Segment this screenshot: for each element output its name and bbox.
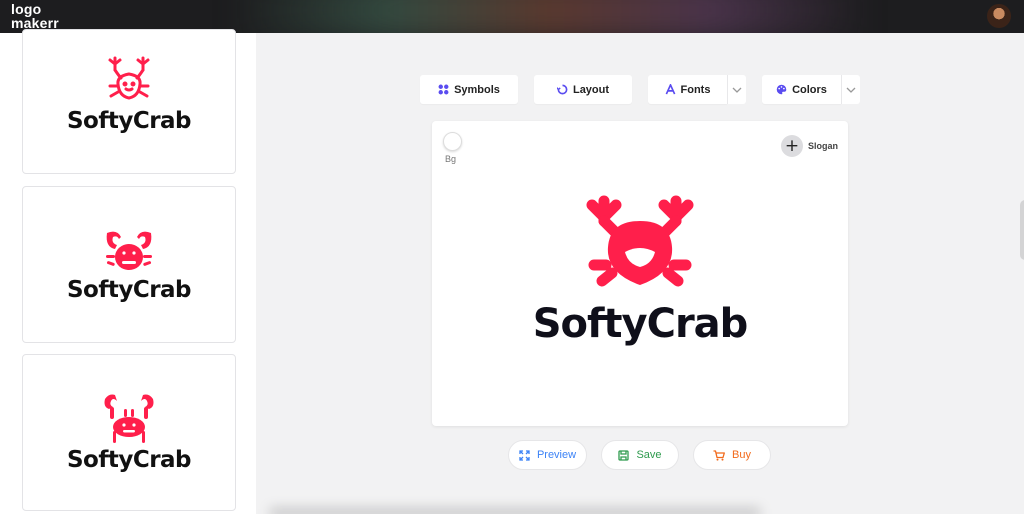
colors-button[interactable]: Colors (762, 75, 841, 104)
background-color-swatch[interactable] (443, 132, 462, 151)
brand-line-1: logo (11, 1, 42, 17)
slogan-label: Slogan (808, 141, 839, 151)
add-slogan-button[interactable]: + (781, 135, 803, 157)
layout-label: Layout (572, 83, 610, 96)
save-icon (618, 449, 630, 461)
fonts-label: Fonts (680, 83, 711, 96)
round-crab-icon (106, 231, 152, 270)
symbols-button[interactable]: Symbols (420, 75, 518, 104)
colors-dropdown-toggle[interactable] (841, 75, 860, 104)
fonts-dropdown-toggle[interactable] (727, 75, 746, 104)
expand-icon (519, 449, 530, 461)
palette-icon (776, 84, 787, 95)
user-avatar[interactable] (987, 4, 1011, 28)
buy-label: Buy (732, 449, 751, 461)
scroll-edge-handle (1020, 200, 1024, 260)
save-label: Save (636, 449, 662, 461)
logomakerr-logo[interactable]: logo makerr (11, 2, 67, 31)
variant-name: SoftyCrab (66, 108, 192, 134)
symbols-icon (438, 84, 449, 95)
crab-symbol-icon[interactable] (582, 195, 698, 299)
chevron-down-icon (846, 87, 856, 93)
colors-label: Colors (792, 83, 827, 96)
buy-button[interactable]: Buy (693, 440, 771, 470)
plus-icon: + (784, 135, 800, 156)
simple-crab-icon (104, 394, 154, 443)
preview-label: Preview (536, 449, 577, 461)
bg-label: Bg (445, 154, 457, 164)
cart-icon (713, 449, 725, 461)
logo-variant-card[interactable]: SoftyCrab (22, 29, 236, 174)
header-glow (230, 0, 870, 33)
layout-button[interactable]: Layout (534, 75, 632, 104)
preview-button[interactable]: Preview (508, 440, 587, 470)
variant-name: SoftyCrab (66, 277, 192, 303)
fonts-button[interactable]: Fonts (648, 75, 727, 104)
variants-panel: SoftyCrab SoftyCrab SoftyCrab (0, 29, 256, 514)
symbols-label: Symbols (454, 83, 500, 96)
save-button[interactable]: Save (601, 440, 679, 470)
outline-crab-icon (108, 56, 150, 100)
logo-name-text[interactable]: SoftyCrab (432, 301, 848, 347)
chevron-down-icon (732, 87, 742, 93)
layout-icon (556, 84, 568, 95)
brand-line-2: makerr (11, 15, 59, 31)
logo-variant-card[interactable]: SoftyCrab (22, 354, 236, 511)
fonts-icon (665, 84, 675, 95)
variant-name: SoftyCrab (66, 447, 192, 473)
logo-canvas[interactable]: Bg + Slogan SoftyCrab (432, 121, 848, 426)
bottom-shadow (270, 508, 760, 514)
logo-variant-card[interactable]: SoftyCrab (22, 186, 236, 343)
